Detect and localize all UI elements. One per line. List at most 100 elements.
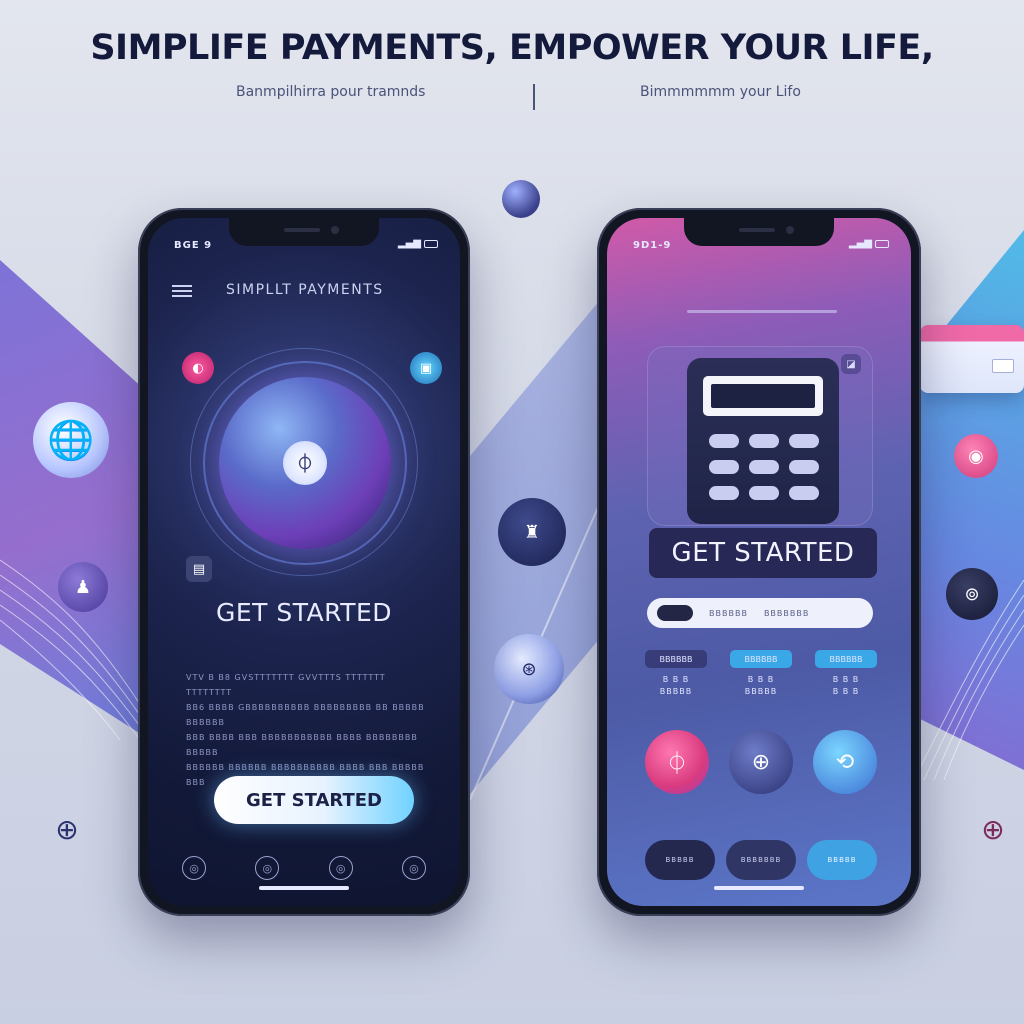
wallet-glyph: ▣	[419, 360, 433, 376]
bottom-nav: ◎ ◎ ◎ ◎	[182, 856, 426, 880]
phone-left: BGE 9 ▂▄▆ SIMPLLT PAYMENTS ◐ ▣ ▤ ⏀ GET S…	[138, 208, 470, 916]
record-icon[interactable]: ◐	[182, 352, 214, 384]
calc-key[interactable]	[749, 460, 779, 474]
profile-icon[interactable]: ♟	[58, 562, 108, 612]
globe-center-icon[interactable]: ⏀	[283, 441, 327, 485]
search-text-1: BBBBBB	[709, 608, 748, 618]
intro-line: VTV B B8 GVSTTTTTTT GVVTTTS TTTTTTT TTTT…	[186, 673, 386, 697]
status-time: 9D1-9	[633, 240, 672, 251]
notch	[229, 218, 379, 246]
calc-key[interactable]	[709, 460, 739, 474]
plan-line: B B B	[832, 687, 860, 696]
battery-icon	[875, 239, 889, 248]
plan-option[interactable]: BBBBBB B B B BBBBB	[645, 650, 707, 698]
intro-line: BBB BBBB BBB BBBBBBBBBBB BBBB BBBBBBBB B…	[186, 733, 418, 757]
plan-line: B B B	[662, 675, 690, 684]
app-title: SIMPLLT PAYMENTS	[226, 282, 384, 298]
home-indicator	[714, 886, 804, 890]
globe-sphere: ⏀	[219, 377, 391, 549]
get-started-badge[interactable]: GET STARTED	[649, 528, 877, 578]
card-mini-icon[interactable]: ▤	[186, 556, 212, 582]
battery-icon	[424, 239, 438, 248]
background-ribbon-right	[914, 230, 1024, 770]
nav-cards-icon[interactable]: ◎	[328, 856, 353, 880]
signal-icon: ▂▄▆	[848, 238, 872, 249]
calc-key[interactable]	[749, 486, 779, 500]
calculator-icon	[687, 358, 839, 524]
app-icon-orb[interactable]: ♜	[498, 498, 566, 566]
subtitle-left: Banmpilhirra pour tramnds	[236, 84, 426, 100]
header-placeholder-line	[687, 310, 837, 313]
transfer-action-button[interactable]: ⊕	[729, 730, 793, 794]
calc-key[interactable]	[789, 460, 819, 474]
floating-sphere	[502, 180, 540, 218]
search-input[interactable]: BBBBBB BBBBBBB	[647, 598, 873, 628]
home-indicator	[259, 886, 349, 890]
card-mini-glyph: ▤	[192, 561, 206, 577]
phone-right-screen: 9D1-9 ▂▄▆ ◪ GET STARTED BBBBBB BBBBBBB B…	[607, 218, 911, 906]
network-glyph: ⊛	[521, 658, 537, 680]
search-toggle	[657, 605, 693, 621]
menu-icon[interactable]	[172, 285, 192, 297]
calculator-display	[703, 376, 823, 416]
globe-icon[interactable]: 🌐	[33, 402, 109, 478]
history-action-button[interactable]: ⟲	[813, 730, 877, 794]
tab-button-3[interactable]: BBBBB	[807, 840, 877, 880]
pink-glyph: ◉	[968, 445, 984, 467]
app-glyph: ♜	[523, 521, 541, 543]
plan-head: BBBBBB	[645, 650, 707, 668]
page-headline: SIMPLIFE PAYMENTS, EMPOWER YOUR LIFE,	[90, 28, 934, 68]
notch	[684, 218, 834, 246]
card-corner-icon[interactable]: ◪	[841, 354, 861, 374]
tab-button-2[interactable]: BBBBBBB	[726, 840, 796, 880]
globe-center-glyph: ⏀	[296, 454, 314, 475]
get-started-heading: GET STARTED	[215, 598, 393, 627]
network-icon-orb[interactable]: ⊛	[494, 634, 564, 704]
record-glyph: ◐	[192, 360, 204, 376]
tab-button-1[interactable]: BBBBB	[645, 840, 715, 880]
plan-line: B B B	[832, 675, 860, 684]
pay-action-button[interactable]: ⏀	[645, 730, 709, 794]
calc-key[interactable]	[709, 486, 739, 500]
status-icons: ▂▄▆	[849, 238, 889, 249]
get-started-button[interactable]: GET STARTED	[214, 776, 414, 824]
intro-line: BB6 BBBB GBBBBBBBBBB BBBBBBBBB BB BBBBB …	[186, 703, 425, 727]
intro-paragraph: VTV B B8 GVSTTTTTTT GVVTTTS TTTTTTT TTTT…	[186, 670, 426, 790]
card-chip	[992, 359, 1014, 373]
subtitle-divider	[533, 84, 535, 110]
plan-line: BBBBB	[744, 687, 778, 696]
calc-key[interactable]	[789, 434, 819, 448]
calculator-keys	[709, 434, 819, 500]
dark-glyph: ⊚	[964, 583, 980, 605]
signal-icon: ▂▄▆	[397, 238, 421, 249]
status-icons: ▂▄▆	[398, 238, 438, 249]
globe-glyph: 🌐	[47, 417, 95, 462]
hero-globe: ⏀	[190, 348, 418, 576]
nav-wallet-icon[interactable]: ◎	[255, 856, 280, 880]
calc-key[interactable]	[749, 434, 779, 448]
plan-line: B B B	[747, 675, 775, 684]
nav-home-icon[interactable]: ◎	[182, 856, 206, 880]
calc-key[interactable]	[709, 434, 739, 448]
plan-line: BBBBB	[659, 687, 693, 696]
profile-glyph: ♟	[74, 576, 92, 598]
plan-option[interactable]: BBBBBB B B B B B B	[815, 650, 877, 698]
phone-right: 9D1-9 ▂▄▆ ◪ GET STARTED BBBBBB BBBBBBB B…	[597, 208, 921, 916]
bottom-tabs: BBBBB BBBBBBB BBBBB	[645, 840, 877, 880]
calc-key[interactable]	[789, 486, 819, 500]
subtitle-right: Bimmmmmm your Lifo	[640, 84, 801, 100]
plan-option[interactable]: BBBBBB B B B BBBBB	[730, 650, 792, 698]
dark-icon-orb[interactable]: ⊚	[946, 568, 998, 620]
status-time: BGE 9	[174, 240, 213, 251]
search-text-2: BBBBBBB	[763, 608, 810, 618]
crosshair-glyph-right: ⊕	[981, 812, 1005, 846]
nav-profile-icon[interactable]: ◎	[401, 856, 426, 880]
phone-left-screen: BGE 9 ▂▄▆ SIMPLLT PAYMENTS ◐ ▣ ▤ ⏀ GET S…	[148, 218, 460, 906]
crosshair-icon-right: ⊕	[978, 812, 1008, 846]
action-buttons: ⏀ ⊕ ⟲	[645, 730, 877, 794]
crosshair-icon-left: ⊕	[52, 812, 82, 846]
credit-card-icon	[920, 325, 1024, 393]
pink-icon-orb[interactable]: ◉	[954, 434, 998, 478]
crosshair-glyph-left: ⊕	[55, 812, 79, 846]
wallet-icon[interactable]: ▣	[410, 352, 442, 384]
